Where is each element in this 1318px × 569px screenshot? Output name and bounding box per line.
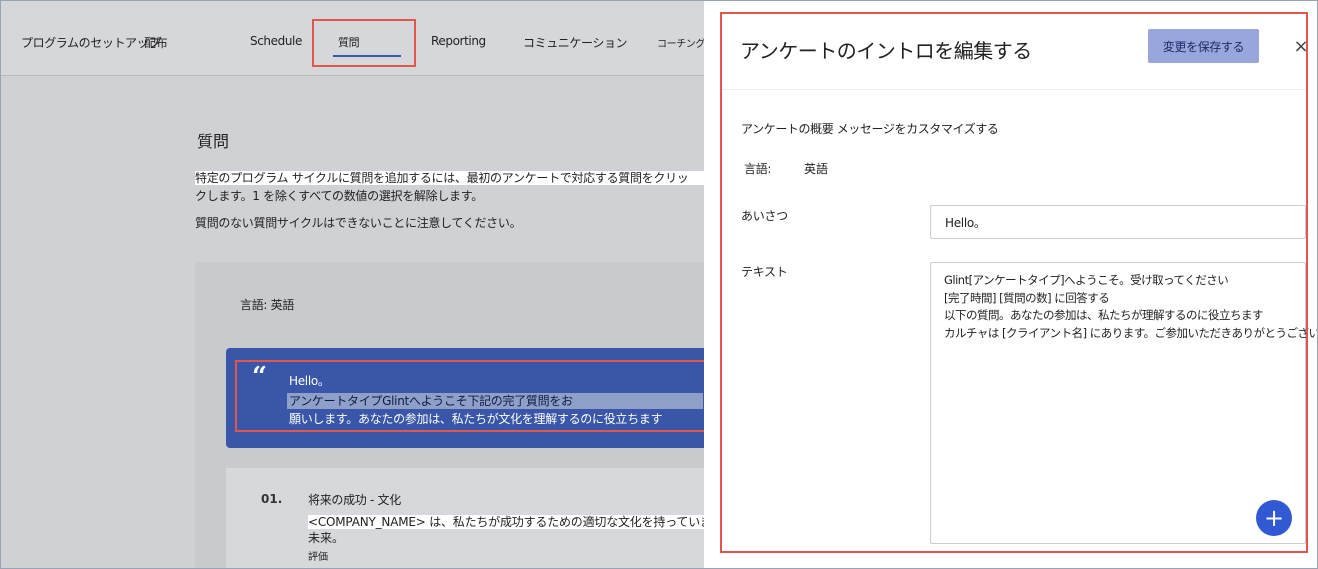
instruction-text-line2: クします。1 を除くすべての数値の選択を解除します。 [195,189,483,203]
question-body-continuation: 未来。 [308,531,345,545]
nav-item-coaching[interactable]: コーチング [657,35,705,50]
intro-highlight-box [235,360,718,432]
question-number: 01. [261,492,283,506]
nav-highlight-box [312,19,416,67]
instruction-text-line1: 特定のプログラム サイクルに質問を追加するには、最初のアンケートで対応する質問を… [195,169,709,186]
language-label: 言語: 英語 [240,298,295,312]
instruction-text-highlight: 特定のプログラム サイクルに質問を追加するには、最初のアンケートで対応する質問を… [195,171,709,185]
question-type: 評価 [308,552,328,563]
nav-item-reporting[interactable]: Reporting [431,34,486,48]
panel-highlight-box [720,12,1308,553]
page-title: 質問 [197,132,230,151]
question-title: 将来の成功 - 文化 [308,493,401,507]
note-text: 質問のない質問サイクルはできないことに注意してください。 [195,216,522,230]
nav-item-program-setup[interactable]: プログラムのセットアップ [21,34,160,51]
nav-item-communication[interactable]: コミュニケーション [523,34,628,51]
nav-item-schedule[interactable]: Schedule [250,34,302,48]
nav-item-distribution[interactable]: 配布 [144,34,168,51]
